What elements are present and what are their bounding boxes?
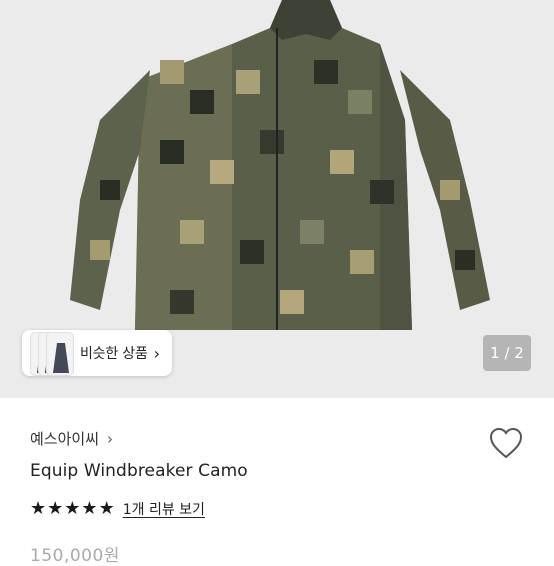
shop-link[interactable]: 예스아이씨 › <box>30 428 113 449</box>
product-info-section: 예스아이씨 › Equip Windbreaker Camo ★ ★ ★ ★ ★ 1개 … <box>0 398 554 566</box>
star-icon: ★ <box>47 498 64 519</box>
review-link[interactable]: 1개 리뷰 보기 <box>123 499 205 519</box>
heart-outline-icon <box>489 427 523 459</box>
rating-stars: ★ ★ ★ ★ ★ <box>30 500 115 518</box>
chevron-right-icon: › <box>153 343 161 363</box>
shop-name: 예스아이씨 <box>30 430 100 448</box>
star-icon: ★ <box>81 498 98 519</box>
image-page-indicator: 1 / 2 <box>483 335 531 371</box>
similar-thumbnail <box>46 332 74 376</box>
similar-products-label: 비슷한 상품 <box>80 346 148 362</box>
star-icon: ★ <box>30 498 47 519</box>
chevron-right-icon: › <box>107 429 114 448</box>
star-icon: ★ <box>98 498 115 519</box>
star-icon: ★ <box>64 498 81 519</box>
rating-row: ★ ★ ★ ★ ★ 1개 리뷰 보기 <box>30 499 205 519</box>
favorite-button[interactable] <box>488 426 524 460</box>
similar-thumbnails <box>22 330 76 376</box>
product-name: Equip Windbreaker Camo <box>30 461 248 481</box>
product-image-gallery[interactable]: 비슷한 상품 › 1 / 2 <box>0 0 554 398</box>
similar-products-button[interactable]: 비슷한 상품 › <box>22 330 173 376</box>
